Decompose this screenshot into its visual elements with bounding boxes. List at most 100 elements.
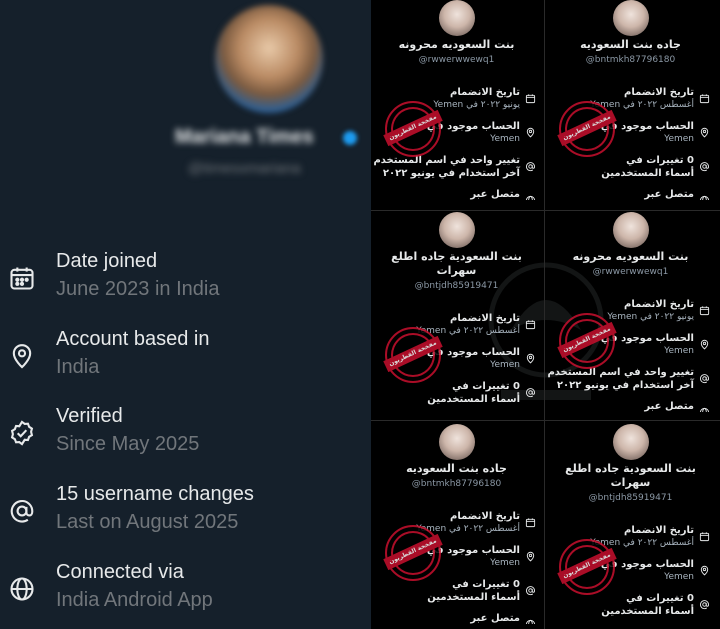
profile-about-panel: Mariana Times @timesxmariana Date joined…	[0, 0, 371, 629]
at-sign-icon	[699, 157, 710, 172]
stamp-text: مفخخة القطريون	[557, 109, 617, 147]
account-avatar	[613, 212, 649, 248]
calendar-icon	[699, 527, 710, 542]
account-card: بنت السعودية جاده اطلع سهرات @bntjdh85919…	[371, 204, 542, 412]
account-card: جاده بنت السعوديه @bntmkh87796180 تاريخ ال…	[371, 416, 542, 624]
globe-icon	[525, 191, 536, 200]
about-row-connected-via: Connected via India Android App	[0, 561, 371, 621]
verified-badge-icon	[343, 131, 357, 145]
account-name: جاده بنت السعوديه	[580, 38, 681, 51]
account-avatar	[439, 0, 475, 36]
card-value: Yemen	[664, 134, 694, 144]
account-handle: @rwwerwwewq1	[592, 267, 669, 277]
card-label: متصل عبر	[470, 613, 520, 624]
card-label: تاريخ الانضمام	[624, 525, 694, 536]
account-name: جاده بنت السعوديه	[406, 462, 507, 475]
card-label: تغيير واحد في اسم المستخدم	[547, 367, 694, 378]
about-row-account-based-in: Account based in India	[0, 328, 371, 388]
card-value: أسماء المستخدمين	[427, 394, 520, 405]
stamp-text: مفخخة القطريون	[383, 109, 443, 147]
profile-handle: @timesxmariana	[188, 160, 301, 177]
globe-icon	[699, 403, 710, 412]
globe-icon	[699, 191, 710, 200]
card-label: 0 تغييرات في	[452, 579, 520, 590]
account-handle: @bntmkh87796180	[411, 479, 502, 489]
location-pin-icon	[525, 349, 536, 364]
card-value: يونيو ٢٠٢٢ في Yemen	[433, 100, 520, 110]
stamp-text: مفخخة القطريون	[383, 533, 443, 571]
red-stamp: مفخخة القطريون	[557, 101, 617, 157]
account-handle: @bntjdh85919471	[414, 281, 499, 291]
card-value: أسماء المستخدمين	[427, 592, 520, 603]
account-card: جاده بنت السعوديه @bntmkh87796180 تاريخ ال…	[545, 0, 716, 200]
location-pin-icon	[8, 342, 36, 370]
account-handle: @rwwerwwewq1	[418, 55, 495, 65]
about-row-verified: Verified Since May 2025	[0, 405, 371, 465]
red-stamp: مفخخة القطريون	[557, 539, 617, 595]
about-value: June 2023 in India	[56, 278, 220, 300]
account-name: بنت السعوديه محرونه	[572, 250, 689, 263]
globe-icon	[8, 575, 36, 603]
about-label: Verified	[56, 405, 123, 427]
card-label: تاريخ الانضمام	[450, 313, 520, 324]
account-name: بنت السعوديه محرونه	[398, 38, 515, 51]
red-stamp: مفخخة القطريون	[557, 313, 617, 369]
about-value: India Android App	[56, 589, 213, 611]
calendar-icon	[525, 89, 536, 104]
red-stamp: مفخخة القطريون	[383, 525, 443, 581]
stamp-text: مفخخة القطريون	[383, 335, 443, 373]
card-label: تاريخ الانضمام	[624, 299, 694, 310]
stamp-text: مفخخة القطريون	[557, 321, 617, 359]
account-avatar	[613, 0, 649, 36]
at-sign-icon	[525, 157, 536, 172]
account-handle: @bntmkh87796180	[585, 55, 676, 65]
location-pin-icon	[525, 123, 536, 138]
profile-display-name: Mariana Times	[175, 126, 314, 148]
account-avatar	[439, 212, 475, 248]
card-label: 0 تغييرات في	[452, 381, 520, 392]
card-label: تاريخ الانضمام	[450, 87, 520, 98]
screenshot-collage: جاده بنت السعوديه @bntmkh87796180 تاريخ ال…	[371, 0, 720, 629]
card-value: آخر استخدام في يونيو ٢٠٢٢	[556, 380, 694, 391]
location-pin-icon	[699, 123, 710, 138]
card-label: متصل عبر	[470, 189, 520, 200]
card-label: تاريخ الانضمام	[624, 87, 694, 98]
at-sign-icon	[699, 595, 710, 610]
about-label: 15 username changes	[56, 483, 254, 505]
profile-avatar[interactable]	[215, 5, 323, 113]
account-name: بنت السعودية جاده اطلع سهرات	[391, 250, 522, 277]
card-value: Yemen	[490, 558, 520, 568]
about-row-date-joined: Date joined June 2023 in India	[0, 250, 371, 310]
calendar-icon	[8, 264, 36, 292]
about-label: Connected via	[56, 561, 184, 583]
account-card: بنت السعوديه محرونه @rwwerwwewq1 تاريخ الا…	[545, 204, 716, 412]
card-value: Yemen	[664, 572, 694, 582]
at-sign-icon	[525, 581, 536, 596]
location-pin-icon	[699, 561, 710, 576]
verified-badge-icon	[8, 419, 36, 447]
card-label: متصل عبر	[644, 401, 694, 412]
about-value: India	[56, 356, 100, 378]
card-label: 0 تغييرات في	[626, 155, 694, 166]
globe-icon	[525, 615, 536, 624]
stamp-text: مفخخة القطريون	[557, 547, 617, 585]
card-label: 0 تغييرات في	[626, 593, 694, 604]
at-sign-icon	[8, 497, 36, 525]
red-stamp: مفخخة القطريون	[383, 327, 443, 383]
card-label: تغيير واحد في اسم المستخدم	[373, 155, 520, 166]
account-avatar	[439, 424, 475, 460]
account-handle: @bntjdh85919471	[588, 493, 673, 503]
card-value: يونيو ٢٠٢٢ في Yemen	[607, 312, 694, 322]
about-label: Account based in	[56, 328, 210, 350]
red-stamp: مفخخة القطريون	[383, 101, 443, 157]
card-value: أسماء المستخدمين	[601, 168, 694, 179]
calendar-icon	[699, 89, 710, 104]
card-value: آخر استخدام في يونيو ٢٠٢٢	[382, 168, 520, 179]
about-value: Last on August 2025	[56, 511, 239, 533]
account-avatar	[613, 424, 649, 460]
about-row-username-changes: 15 username changes Last on August 2025	[0, 483, 371, 543]
calendar-icon	[525, 315, 536, 330]
at-sign-icon	[525, 383, 536, 398]
calendar-icon	[525, 513, 536, 528]
card-label: متصل عبر	[644, 189, 694, 200]
